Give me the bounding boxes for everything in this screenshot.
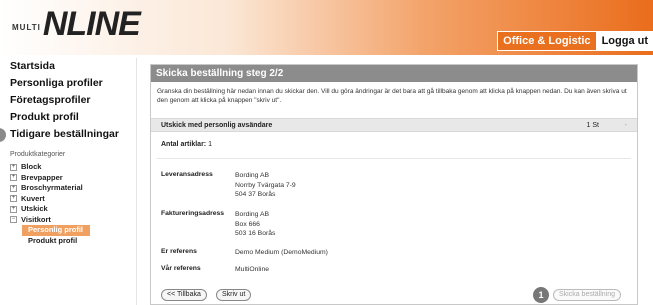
expand-icon[interactable]: + [10,195,17,203]
subcategory-personlig-profil[interactable]: Personlig profil [22,225,90,236]
logo-small-text: MULTI [12,22,41,32]
address-line: Bording AB [235,172,270,179]
category-label: Brevpapper [21,172,63,182]
order-item-name: Utskick med personlig avsändare [161,121,273,129]
step-badge: 1 [533,287,549,303]
highlight-marker [0,128,6,142]
remove-item-icon[interactable]: - [625,122,627,129]
sidebar-item-startsida[interactable]: Startsida [0,58,145,75]
category-label: Broschyrmaterial [21,183,83,192]
category-label: Visitkort [21,214,51,224]
expand-icon[interactable]: + [10,205,17,213]
sidebar-item-personliga-profiler[interactable]: Personliga profiler [0,75,145,92]
subcategory-produkt-profil[interactable]: Produkt profil [22,236,145,247]
billing-address-label: Faktureringsadress [161,210,225,217]
header: MULTI NLINE Office & Logistic Logga ut [0,0,653,55]
back-button[interactable]: << Tillbaka [161,289,207,301]
category-brevpapper[interactable]: + Brevpapper [0,173,145,184]
print-button[interactable]: Skriv ut [216,289,252,301]
category-label: Kuvert [21,193,45,203]
category-kuvert[interactable]: + Kuvert [0,194,145,205]
address-line: 503 16 Borås [235,230,276,237]
intro-text: Granska din beställning här nedan innan … [157,88,627,104]
article-count-value: 1 [208,141,212,148]
your-reference-value: Demo Medium (DemoMedium) [235,249,328,256]
category-label: Utskick [21,204,48,213]
send-order-button[interactable]: Skicka beställning [553,289,622,301]
category-visitkort[interactable]: − Visitkort [0,215,145,226]
logout-link[interactable]: Logga ut [596,31,653,51]
delivery-address-value: Bording AB Norrby Tvärgata 7-9 504 37 Bo… [235,171,435,200]
top-nav: Office & Logistic Logga ut [497,31,653,51]
order-item-qty: 1 St [586,121,599,129]
expand-icon[interactable]: + [10,163,17,171]
logo[interactable]: MULTI NLINE [12,4,141,44]
expand-icon[interactable]: + [10,184,17,192]
our-reference-label: Vår referens [161,265,201,272]
your-reference-label: Er referens [161,248,197,255]
category-utskick[interactable]: + Utskick [0,204,145,215]
delivery-address-label: Leveransadress [161,171,213,178]
logo-main-text: NLINE [42,4,141,43]
sidebar-item-label: Tidigare beställningar [10,128,119,140]
collapse-icon[interactable]: − [10,216,17,224]
sidebar-item-produkt-profil[interactable]: Produkt profil [0,109,145,126]
article-count: Antal artiklar: 1 [151,132,637,158]
category-label: Block [21,162,42,171]
divider [157,158,631,159]
page-title: Skicka beställning steg 2/2 [151,65,637,82]
sidebar-item-foretagsprofiler[interactable]: Företagsprofiler [0,92,145,109]
billing-address-value: Bording AB Box 666 503 16 Borås [235,210,435,239]
address-line: Norrby Tvärgata 7-9 [235,181,296,189]
address-line: 504 37 Borås [235,191,276,198]
expand-icon[interactable]: + [10,174,17,182]
sidebar-divider [136,58,137,305]
sidebar-item-tidigare-bestallningar[interactable]: Tidigare beställningar [0,126,145,143]
tab-office-logistic[interactable]: Office & Logistic [497,31,597,51]
categories-title: Produktkategorier [10,151,66,158]
address-line: Bording AB [235,211,270,218]
article-count-label: Antal artiklar: [161,141,207,148]
our-reference-value: MultiOnline [235,266,269,273]
category-broschyrmaterial[interactable]: + Broschyrmaterial [0,183,145,194]
category-block[interactable]: + Block [0,162,145,173]
order-review-panel: Skicka beställning steg 2/2 Granska din … [150,64,638,305]
order-item-row: Utskick med personlig avsändare 1 St - [151,118,637,132]
sidebar: Startsida Personliga profiler Företagspr… [0,58,145,305]
address-line: Box 666 [235,220,260,228]
